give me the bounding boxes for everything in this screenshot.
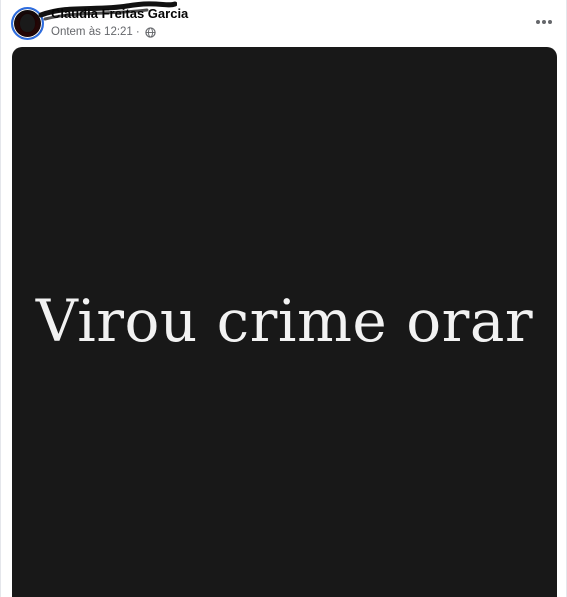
post-image-text: Virou crime orar (35, 287, 534, 355)
post-image[interactable]: Virou crime orar (12, 47, 557, 597)
post-header: Claudia Freitas Garcia Ontem às 12:21 · (1, 0, 567, 46)
more-options-icon-dot (548, 20, 552, 24)
author-avatar[interactable] (11, 7, 44, 40)
more-options-button[interactable] (532, 10, 556, 34)
globe-icon (144, 26, 156, 38)
post-card: Claudia Freitas Garcia Ontem às 12:21 · … (0, 0, 567, 597)
more-options-icon (536, 20, 540, 24)
more-options-icon-dot (542, 20, 546, 24)
avatar-figure (20, 14, 35, 32)
meta-separator: · (135, 26, 140, 38)
author-name[interactable]: Claudia Freitas Garcia (51, 6, 188, 22)
post-timestamp[interactable]: Ontem às 12:21 (51, 25, 133, 39)
post-meta: Ontem às 12:21 · (51, 25, 156, 39)
